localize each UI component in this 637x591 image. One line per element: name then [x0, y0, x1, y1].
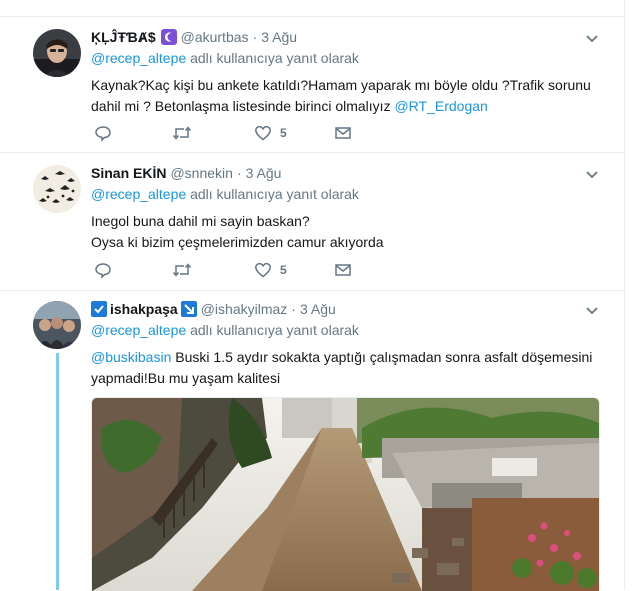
- thread-line: [56, 353, 59, 590]
- heart-icon: [254, 124, 272, 142]
- dm-button[interactable]: [334, 260, 352, 280]
- tweet-text-line: Inegol buna dahil mi sayin baskan?: [91, 213, 310, 229]
- avatar[interactable]: [33, 165, 81, 213]
- retweet-icon: [172, 124, 192, 142]
- separator: ·: [291, 301, 296, 317]
- envelope-icon: [334, 124, 352, 142]
- tweet-text-line: dahil mi ? Betonlaşma listesinde birinci…: [91, 98, 391, 114]
- like-button[interactable]: 5: [254, 123, 287, 143]
- dm-button[interactable]: [334, 123, 352, 143]
- retweet-icon: [172, 261, 192, 279]
- retweet-button[interactable]: [172, 260, 192, 280]
- tweet-text-line: Buski 1.5 aydır sokakta yaptığı çalışmad…: [175, 349, 593, 365]
- reply-button[interactable]: [94, 123, 112, 143]
- reply-suffix: adlı kullanıcıya yanıt olarak: [190, 50, 359, 66]
- avatar[interactable]: [33, 29, 81, 77]
- reply-button[interactable]: [94, 260, 112, 280]
- tweet-text-line: Oysa ki bizim çeşmelerimizden camur akıy…: [91, 234, 384, 250]
- heart-icon: [254, 261, 272, 279]
- chevron-down-icon[interactable]: [582, 167, 602, 183]
- like-count: 5: [280, 126, 287, 140]
- custom-badge-icon: [160, 29, 177, 45]
- reply-icon: [94, 124, 112, 142]
- username[interactable]: @akurtbas: [181, 27, 249, 47]
- tweet-actions: 5: [91, 260, 351, 280]
- previous-tweet-edge: [0, 0, 624, 17]
- checkbox-badge-icon: [91, 301, 107, 317]
- tweet-actions: 5: [91, 123, 351, 143]
- tweet-header: ishakpaşa @ishakyilmaz · 3 Ağu: [91, 299, 602, 319]
- display-name[interactable]: ĶĻĴŦƁȺ$: [91, 27, 156, 47]
- tweet-photo[interactable]: [91, 397, 600, 591]
- username[interactable]: @ishakyilmaz: [201, 299, 288, 319]
- display-name[interactable]: ishakpaşa: [110, 299, 178, 319]
- tweet-text: Inegol buna dahil mi sayin baskan? Oysa …: [91, 211, 602, 253]
- tweet-header: Sinan EKİN @snnekin · 3 Ağu: [91, 163, 602, 183]
- separator: ·: [252, 29, 258, 45]
- reply-mention[interactable]: @recep_altepe: [91, 50, 186, 66]
- tweet[interactable]: ĶĻĴŦƁȺ$ @akurtbas · 3 Ağu @recep_altepe …: [0, 17, 624, 153]
- reply-icon: [94, 261, 112, 279]
- tweet-text-line: Kaynak?Kaç kişi bu ankete katıldı?Hamam …: [91, 77, 591, 93]
- display-name[interactable]: Sinan EKİN: [91, 163, 166, 183]
- like-button[interactable]: 5: [254, 260, 287, 280]
- tweet-text: @buskibasin Buski 1.5 aydır sokakta yapt…: [91, 347, 602, 389]
- chevron-down-icon[interactable]: [582, 303, 602, 319]
- chevron-down-icon[interactable]: [582, 31, 602, 47]
- mention-link[interactable]: @RT_Erdogan: [394, 98, 487, 114]
- tweet-header: ĶĻĴŦƁȺ$ @akurtbas · 3 Ağu: [91, 27, 602, 47]
- tweet[interactable]: Sinan EKİN @snnekin · 3 Ağu @recep_altep…: [0, 153, 624, 291]
- username[interactable]: @snnekin: [170, 163, 232, 183]
- timeline: ĶĻĴŦƁȺ$ @akurtbas · 3 Ağu @recep_altepe …: [0, 0, 625, 591]
- reply-suffix: adlı kullanıcıya yanıt olarak: [190, 322, 359, 338]
- like-count: 5: [280, 263, 287, 277]
- reply-context: @recep_altepe adlı kullanıcıya yanıt ola…: [91, 184, 602, 204]
- timestamp[interactable]: 3 Ağu: [246, 163, 282, 183]
- separator: ·: [236, 165, 242, 181]
- reply-mention[interactable]: @recep_altepe: [91, 186, 186, 202]
- timestamp[interactable]: 3 Ağu: [261, 27, 297, 47]
- mention-link[interactable]: @buskibasin: [91, 349, 171, 365]
- reply-context: @recep_altepe adlı kullanıcıya yanıt ola…: [91, 48, 602, 68]
- reply-context: @recep_altepe adlı kullanıcıya yanıt ola…: [91, 320, 602, 340]
- arrow-badge-icon: [180, 301, 197, 317]
- envelope-icon: [334, 261, 352, 279]
- retweet-button[interactable]: [172, 123, 192, 143]
- reply-suffix: adlı kullanıcıya yanıt olarak: [190, 186, 359, 202]
- avatar[interactable]: [33, 301, 81, 349]
- tweet-text-line: yapmadi!Bu mu yaşam kalitesi: [91, 370, 281, 386]
- timestamp[interactable]: 3 Ağu: [300, 299, 336, 319]
- reply-mention[interactable]: @recep_altepe: [91, 322, 186, 338]
- tweet-text: Kaynak?Kaç kişi bu ankete katıldı?Hamam …: [91, 75, 602, 117]
